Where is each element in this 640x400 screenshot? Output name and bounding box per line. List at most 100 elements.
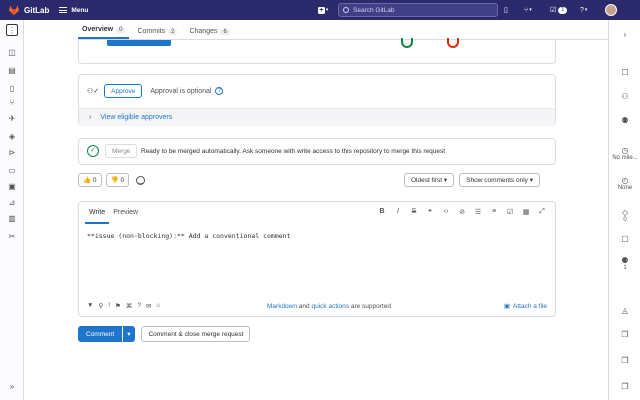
comment-close-button[interactable]: Comment & close merge request: [141, 326, 251, 342]
code-icon[interactable]: ‹›: [441, 208, 451, 216]
footer-supported: are supported: [350, 302, 391, 310]
tab-commits[interactable]: Commits 2: [133, 28, 181, 39]
sidebar-item-project[interactable]: ◫: [6, 46, 18, 58]
comment-textarea[interactable]: **issue (non-blocking):** Add a conventi…: [87, 232, 291, 240]
attach-file-button[interactable]: ▣ Attach a file: [504, 302, 547, 311]
strikethrough-icon[interactable]: S: [409, 208, 419, 216]
lock-button[interactable]: ▢: [609, 234, 640, 243]
status-failed-icon: [447, 38, 459, 48]
eligible-approvers-link[interactable]: View eligible approvers: [100, 114, 172, 121]
search-icon[interactable]: ⚲: [98, 302, 103, 310]
users-icon: ⚈: [621, 256, 629, 265]
milestone-value: No mile...: [612, 155, 638, 161]
time-value: None: [617, 185, 633, 191]
thumbs-down-button[interactable]: 👎 0: [105, 173, 130, 187]
sidebar-item-security[interactable]: ◈: [6, 130, 18, 142]
help-button[interactable]: ? ▾: [580, 5, 587, 15]
task-list-icon[interactable]: ☑: [505, 208, 515, 216]
labels-button[interactable]: ◇ 0: [609, 208, 640, 223]
monitor-icon: ▭: [8, 165, 16, 175]
left-sidebar: ⋮ ◫ ▤ ▯ ⑂ ✈ ◈ ⊳ ▭ ▣ ⊿ ▥ ✂ »: [0, 20, 24, 400]
numbered-list-icon[interactable]: ≡: [489, 208, 499, 216]
user-avatar[interactable]: [605, 4, 617, 16]
sidebar-item-issues[interactable]: ▯: [6, 82, 18, 94]
code-icon[interactable]: ⌘: [126, 302, 133, 310]
smiley-icon: ‿: [136, 175, 146, 185]
tanuki-icon: [9, 5, 19, 15]
write-tab[interactable]: Write: [85, 202, 110, 224]
copy-email-button[interactable]: ❐: [609, 356, 640, 365]
notifications-button[interactable]: ◬: [609, 306, 640, 315]
merge-button[interactable]: Merge: [105, 144, 138, 158]
eligible-approvers-toggle[interactable]: › View eligible approvers: [79, 108, 555, 126]
italic-icon[interactable]: I: [393, 208, 403, 216]
check-icon: ☑: [550, 7, 557, 14]
bookmark-icon[interactable]: ⚑: [115, 302, 121, 310]
todos-button[interactable]: ☑ 1: [550, 5, 568, 15]
table-icon[interactable]: ▦: [521, 208, 531, 216]
fullscreen-icon[interactable]: ⤢: [537, 208, 547, 216]
markdown-link[interactable]: Markdown: [267, 303, 297, 310]
chevron-right-icon: ›: [623, 30, 627, 39]
reviewer-button[interactable]: ⚉: [609, 116, 640, 125]
collapse-sidebar-button[interactable]: »: [6, 380, 18, 392]
pipeline-button[interactable]: [107, 40, 171, 46]
time-tracking-button[interactable]: ◴ None: [609, 176, 640, 191]
markdown-icon[interactable]: ▼: [87, 302, 93, 310]
quick-actions-link[interactable]: quick actions: [311, 303, 349, 310]
thumbs-up-button[interactable]: 👍 0: [78, 173, 102, 187]
todo-add-button[interactable]: ☐: [609, 68, 640, 77]
approve-button[interactable]: Approve: [104, 84, 143, 98]
menu-button[interactable]: Menu: [59, 7, 88, 14]
merge-request-icon: ⑂: [524, 6, 529, 14]
sidebar-item-packages[interactable]: ▣: [6, 180, 18, 192]
source-branch-button[interactable]: ❐: [609, 382, 640, 391]
attach-label: Attach a file: [513, 302, 547, 310]
sidebar-item-merge-requests[interactable]: ⑂: [6, 96, 18, 108]
help-icon[interactable]: ?: [215, 87, 224, 95]
sort-dropdown[interactable]: Oldest first ▾: [404, 173, 455, 187]
sidebar-item-monitor[interactable]: ▭: [6, 164, 18, 176]
project-menu-button[interactable]: ⋮: [6, 24, 18, 36]
add-reaction-button[interactable]: ‿: [133, 173, 149, 187]
shield-icon: ◈: [8, 131, 16, 141]
tab-count: 6: [220, 28, 230, 35]
thumbs-down-icon: 👎: [110, 177, 119, 184]
copy-icon: ❐: [621, 382, 629, 391]
question-icon[interactable]: ?: [137, 302, 141, 310]
sidebar-item-deployments[interactable]: ⊳: [6, 146, 18, 158]
issues-button[interactable]: ▯: [504, 5, 508, 15]
bold-icon[interactable]: B: [377, 208, 387, 216]
sidebar-item-analytics[interactable]: ⊿: [6, 196, 18, 208]
tab-label: Changes: [189, 28, 218, 35]
home-icon[interactable]: ⌂: [156, 302, 160, 310]
new-dropdown-button[interactable]: + ▾: [316, 5, 330, 15]
footer-and: and: [298, 302, 310, 310]
comment-type-dropdown[interactable]: ▾: [122, 326, 136, 342]
label-icon: ◇: [621, 208, 629, 217]
preview-tab[interactable]: Preview: [109, 202, 142, 224]
comment-icon[interactable]: ✉: [146, 302, 151, 310]
package-icon: ▣: [8, 181, 16, 191]
sidebar-item-snippets[interactable]: ✂: [6, 230, 18, 242]
tab-changes[interactable]: Changes 6: [185, 28, 233, 39]
participants-button[interactable]: ⚈ 1: [609, 256, 640, 271]
quote-icon[interactable]: ❝: [425, 208, 435, 216]
sidebar-item-cicd[interactable]: ✈: [6, 112, 18, 124]
bullet-list-icon[interactable]: ☰: [473, 208, 483, 216]
sidebar-item-wiki[interactable]: ▥: [6, 212, 18, 224]
merge-requests-button[interactable]: ⑂ ▾: [524, 5, 532, 15]
collapse-right-sidebar-button[interactable]: ›: [609, 30, 640, 39]
sort-label: Oldest first: [411, 176, 443, 184]
filter-dropdown[interactable]: Show comments only ▾: [459, 173, 540, 187]
copy-reference-button[interactable]: ❐: [609, 330, 640, 339]
link-icon[interactable]: ⊘: [457, 208, 467, 216]
sidebar-item-repository[interactable]: ▤: [6, 64, 18, 76]
exclamation-icon[interactable]: !: [108, 302, 110, 310]
assignee-button[interactable]: ⚇: [609, 92, 640, 101]
tab-overview[interactable]: Overview 0: [78, 26, 130, 39]
gitlab-logo[interactable]: GitLab: [8, 4, 49, 16]
comment-button[interactable]: Comment: [78, 326, 123, 342]
search-input[interactable]: Search GitLab: [338, 3, 498, 17]
milestone-button[interactable]: ◷ No mile...: [609, 146, 640, 161]
